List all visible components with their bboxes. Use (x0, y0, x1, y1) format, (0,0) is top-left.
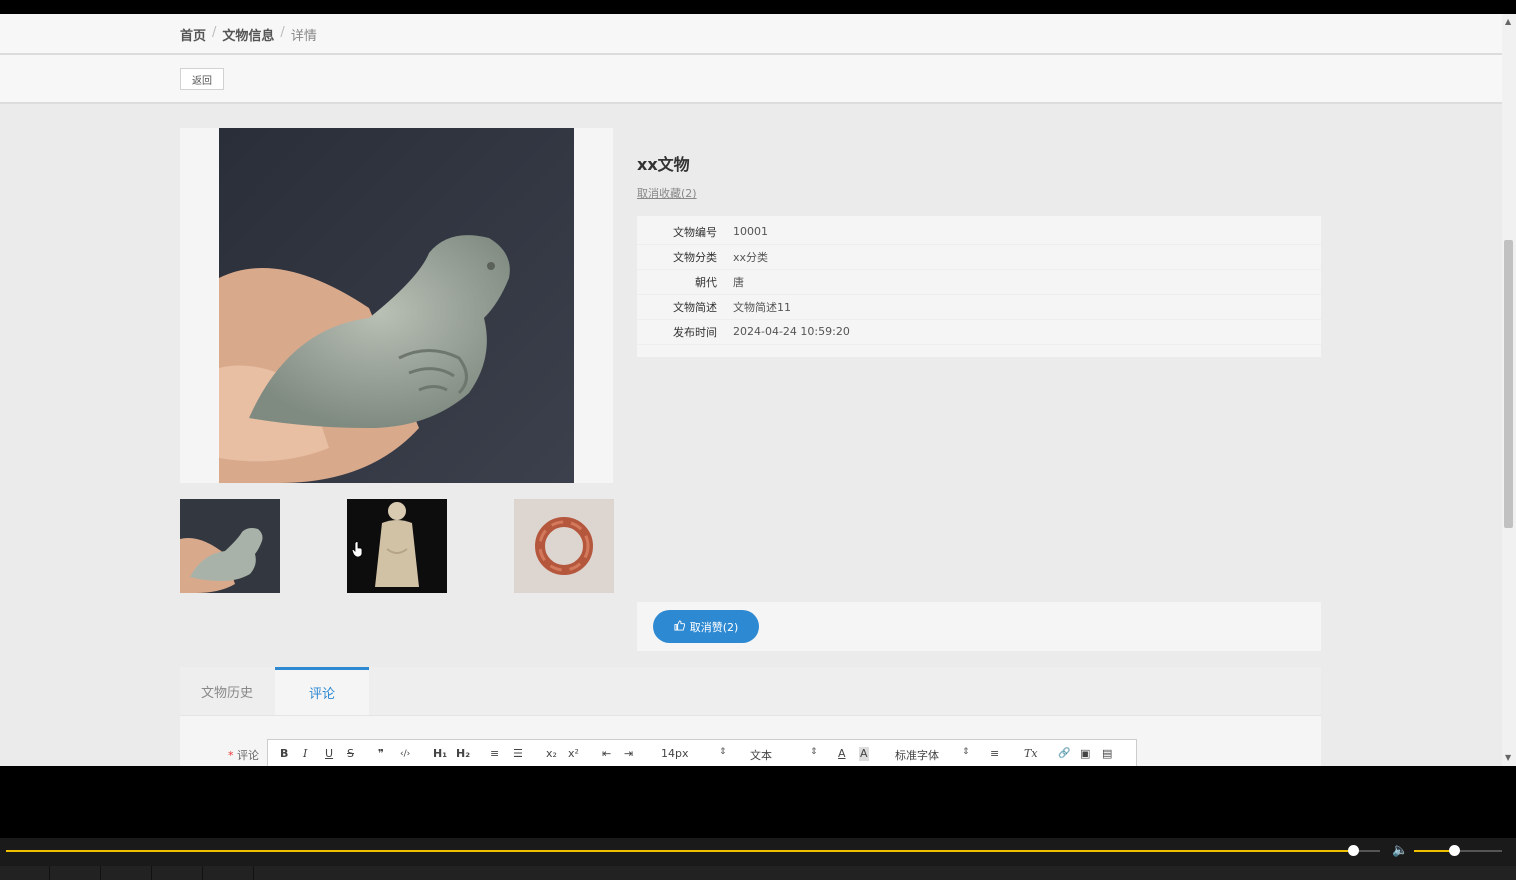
tabs-area: 文物历史 评论 * 评论 B I U S ❞ ‹/› H₁ H₂ ≡ ☰ x₂ … (180, 667, 1321, 766)
background-color-button[interactable]: A (859, 747, 869, 761)
font-family-select[interactable]: 标准字体 ⇕ (895, 747, 970, 763)
taskbar-item[interactable] (0, 866, 50, 880)
font-size-select[interactable]: 14px ⇕ (661, 747, 727, 760)
link-button[interactable]: 🔗 (1058, 747, 1070, 761)
strike-button[interactable]: S (347, 747, 354, 761)
comment-label-text: 评论 (237, 749, 259, 762)
text-type-select[interactable]: 文本 ⇕ (750, 747, 818, 763)
page-scrollbar[interactable]: ▲ ▼ (1502, 14, 1516, 766)
info-label: 文物分类 (673, 250, 717, 264)
breadcrumb-section[interactable]: 文物信息 (222, 25, 274, 44)
heading1-button[interactable]: H₁ (433, 747, 447, 761)
volume-icon[interactable]: 🔈 (1392, 843, 1408, 858)
scroll-up-icon[interactable]: ▲ (1505, 18, 1511, 26)
outdent-button[interactable]: ⇤ (602, 747, 611, 761)
rich-text-toolbar: B I U S ❞ ‹/› H₁ H₂ ≡ ☰ x₂ x² ⇤ ⇥ 14px ⇕… (267, 739, 1137, 766)
quote-button[interactable]: ❞ (378, 747, 384, 761)
font-color-button[interactable]: A (838, 747, 846, 761)
info-label: 文物编号 (673, 225, 717, 239)
clear-format-button[interactable]: Tx (1024, 747, 1038, 761)
breadcrumb-home[interactable]: 首页 (180, 25, 206, 44)
select-arrows-icon: ⇕ (962, 747, 970, 757)
info-value: xx分类 (733, 250, 769, 264)
indent-button[interactable]: ⇥ (624, 747, 633, 761)
code-button[interactable]: ‹/› (400, 747, 410, 761)
artifact-title: xx文物 (637, 155, 690, 174)
comment-field-label: * 评论 (228, 747, 259, 763)
taskbar-item[interactable] (204, 866, 254, 880)
progress-fill (6, 850, 1353, 852)
font-size-value: 14px (661, 747, 689, 760)
taskbar (0, 866, 1516, 880)
volume-slider[interactable] (1414, 845, 1502, 856)
tab-comments[interactable]: 评论 (275, 667, 369, 715)
image-button[interactable]: ▣ (1080, 747, 1090, 761)
unlike-label: 取消赞(2) (689, 620, 739, 634)
info-row-published: 发布时间 2024-04-24 10:59:20 (637, 319, 1321, 345)
breadcrumb-bar: 首页 / 文物信息 / 详情 (0, 14, 1502, 55)
like-panel: 取消赞(2) (637, 602, 1321, 651)
bold-button[interactable]: B (280, 747, 288, 761)
ordered-list-button[interactable]: ≡ (490, 747, 499, 761)
hand-cursor-icon (351, 541, 364, 561)
back-button[interactable]: 返回 (180, 68, 224, 90)
info-value: 唐 (733, 275, 744, 289)
taskbar-item[interactable] (51, 866, 101, 880)
unfavorite-link[interactable]: 取消收藏(2) (637, 185, 697, 201)
info-label: 文物简述 (673, 300, 717, 314)
text-type-value: 文本 (750, 749, 772, 762)
breadcrumb-separator: / (212, 25, 217, 40)
video-button[interactable]: ▤ (1102, 747, 1112, 761)
info-label: 朝代 (695, 275, 717, 289)
volume-fill (1414, 850, 1454, 852)
thumbnail-jade-bird[interactable] (180, 499, 280, 593)
heading2-button[interactable]: H₂ (456, 747, 470, 761)
taskbar-item[interactable] (153, 866, 203, 880)
scroll-thumb[interactable] (1504, 240, 1513, 528)
main-image-container (180, 128, 613, 483)
info-value: 2024-04-24 10:59:20 (733, 325, 850, 338)
player-controls: 🔈 (0, 838, 1516, 866)
taskbar-item[interactable] (102, 866, 152, 880)
breadcrumb-current: 详情 (290, 29, 317, 44)
action-toolbar: 返回 (0, 55, 1502, 104)
info-row-summary: 文物简述 文物简述11 (637, 294, 1321, 320)
font-family-value: 标准字体 (895, 749, 939, 762)
subscript-button[interactable]: x₂ (546, 747, 557, 761)
progress-knob[interactable] (1347, 845, 1359, 856)
info-value: 10001 (733, 225, 768, 238)
info-label: 发布时间 (673, 325, 717, 339)
breadcrumb-separator: / (280, 25, 285, 40)
select-arrows-icon: ⇕ (810, 747, 818, 757)
bullet-list-button[interactable]: ☰ (513, 747, 523, 761)
unlike-button[interactable]: 取消赞(2) (653, 610, 759, 643)
tab-history[interactable]: 文物历史 (180, 667, 274, 715)
italic-button[interactable]: I (303, 747, 307, 761)
browser-viewport: 首页 / 文物信息 / 详情 返回 xx文物 取消收藏(2) 文物编号 1000… (0, 14, 1502, 766)
scroll-down-icon[interactable]: ▼ (1505, 754, 1511, 762)
thumbnail-agate-ring[interactable] (514, 499, 614, 593)
info-value: 文物简述11 (733, 300, 791, 314)
progress-bar[interactable] (6, 845, 1380, 856)
volume-knob[interactable] (1448, 845, 1460, 856)
tabs-header: 文物历史 评论 (180, 667, 1321, 716)
artifact-main-image (219, 128, 574, 483)
required-mark: * (228, 749, 234, 762)
superscript-button[interactable]: x² (568, 747, 579, 761)
info-row-dynasty: 朝代 唐 (637, 269, 1321, 295)
align-button[interactable]: ≡ (990, 747, 999, 761)
thumbs-up-icon (674, 619, 685, 634)
info-row-id: 文物编号 10001 (637, 219, 1321, 245)
breadcrumb: 首页 / 文物信息 / 详情 (180, 25, 317, 44)
artifact-info-panel: 文物编号 10001 文物分类 xx分类 朝代 唐 文物简述 文物简述11 发布… (637, 216, 1321, 357)
underline-button[interactable]: U (325, 747, 333, 761)
info-row-category: 文物分类 xx分类 (637, 244, 1321, 270)
select-arrows-icon: ⇕ (719, 747, 727, 757)
